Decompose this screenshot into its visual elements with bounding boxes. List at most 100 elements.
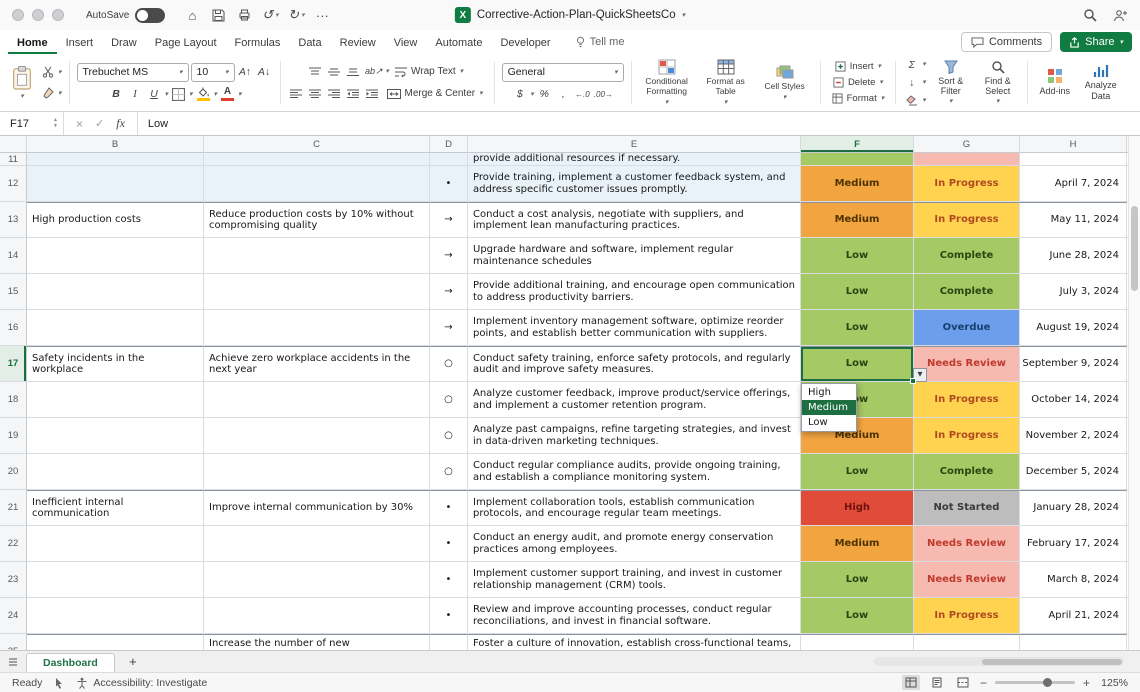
- cell-problem[interactable]: [27, 310, 204, 346]
- column-header-c[interactable]: C: [204, 136, 430, 153]
- horizontal-scrollbar-thumb[interactable]: [982, 658, 1122, 665]
- cell-due-date[interactable]: September 9, 2024: [1020, 346, 1127, 382]
- cell-status[interactable]: Not Started: [914, 490, 1020, 526]
- row-header-17[interactable]: 17: [0, 346, 27, 382]
- tab-automate[interactable]: Automate: [426, 30, 491, 54]
- minimize-button[interactable]: [32, 9, 44, 21]
- font-color-button[interactable]: A: [219, 86, 236, 103]
- format-cells-button[interactable]: Format ▾: [828, 91, 889, 106]
- selection-mode-icon[interactable]: [54, 677, 64, 689]
- merge-center-button[interactable]: Merge & Center ▾: [383, 85, 487, 103]
- decrease-indent-button[interactable]: [345, 85, 362, 102]
- borders-button[interactable]: [170, 86, 187, 103]
- cell-bullet[interactable]: •: [430, 490, 468, 526]
- cell-due-date[interactable]: August 19, 2024: [1020, 310, 1127, 346]
- select-all-corner[interactable]: [0, 136, 27, 153]
- column-header-g[interactable]: G: [914, 136, 1020, 153]
- cell-due-date[interactable]: April 7, 2024: [1020, 166, 1127, 202]
- cell-problem[interactable]: [27, 274, 204, 310]
- cell-status[interactable]: [914, 634, 1020, 650]
- cell-action[interactable]: Analyze past campaigns, refine targeting…: [468, 418, 801, 454]
- cell-priority[interactable]: Low: [801, 238, 914, 274]
- cell-priority[interactable]: Medium: [801, 166, 914, 202]
- autosum-button[interactable]: Σ: [903, 56, 920, 73]
- cell-problem[interactable]: [27, 526, 204, 562]
- document-title[interactable]: Corrective-Action-Plan-QuickSheetsCo: [477, 9, 676, 21]
- dropdown-option-high[interactable]: High: [802, 385, 856, 400]
- cell-due-date[interactable]: June 28, 2024: [1020, 238, 1127, 274]
- row-header-21[interactable]: 21: [0, 490, 27, 526]
- cell-due-date[interactable]: [1020, 153, 1127, 166]
- page-layout-view-button[interactable]: [928, 675, 946, 690]
- cell-action[interactable]: Provide additional training, and encoura…: [468, 274, 801, 310]
- fill-button[interactable]: ↓: [903, 74, 920, 91]
- cell-priority[interactable]: Low: [801, 310, 914, 346]
- accessibility-status[interactable]: Accessibility: Investigate: [76, 677, 207, 689]
- delete-cells-button[interactable]: Delete ▾: [829, 75, 887, 90]
- zoom-level[interactable]: 125%: [1098, 677, 1128, 689]
- cell-priority[interactable]: High: [801, 490, 914, 526]
- cell-status[interactable]: Needs Review: [914, 346, 1020, 382]
- currency-format-button[interactable]: $: [511, 86, 528, 103]
- bold-button[interactable]: B: [107, 86, 124, 103]
- save-icon[interactable]: [207, 5, 229, 25]
- cell-bullet[interactable]: •: [430, 526, 468, 562]
- name-box-spinner[interactable]: ▲ ▼: [53, 117, 58, 130]
- cell-action[interactable]: Foster a culture of innovation, establis…: [468, 634, 801, 650]
- cell-action[interactable]: Upgrade hardware and software, implement…: [468, 238, 801, 274]
- format-as-table-button[interactable]: Format as Table ▾: [698, 57, 754, 108]
- cell-status[interactable]: In Progress: [914, 418, 1020, 454]
- cell-status[interactable]: In Progress: [914, 598, 1020, 634]
- cell-bullet[interactable]: ○: [430, 382, 468, 418]
- cell-problem[interactable]: [27, 238, 204, 274]
- sheet-tab-dashboard[interactable]: Dashboard: [26, 653, 115, 672]
- cell-problem[interactable]: High production costs: [27, 202, 204, 238]
- cell-action[interactable]: Conduct a cost analysis, negotiate with …: [468, 202, 801, 238]
- align-center-button[interactable]: [307, 85, 324, 102]
- cell-action[interactable]: Implement inventory management software,…: [468, 310, 801, 346]
- add-ins-button[interactable]: Add-ins: [1035, 66, 1075, 98]
- cell-action[interactable]: Conduct regular compliance audits, provi…: [468, 454, 801, 490]
- home-icon[interactable]: ⌂: [181, 5, 203, 25]
- cell-status[interactable]: Complete: [914, 454, 1020, 490]
- cell-goal[interactable]: [204, 454, 430, 490]
- cell-due-date[interactable]: January 28, 2024: [1020, 490, 1127, 526]
- cell-problem[interactable]: [27, 598, 204, 634]
- clear-button[interactable]: [903, 92, 920, 109]
- column-header-e[interactable]: E: [468, 136, 801, 153]
- comma-format-button[interactable]: ,: [555, 86, 572, 103]
- orientation-button[interactable]: ab↗: [364, 63, 384, 80]
- cell-goal[interactable]: Increase the number of new product/servi…: [204, 634, 430, 650]
- cell-bullet[interactable]: ○: [430, 346, 468, 382]
- cell-action[interactable]: Implement customer support training, and…: [468, 562, 801, 598]
- vertical-scrollbar[interactable]: [1128, 136, 1140, 650]
- cell-bullet[interactable]: →: [430, 274, 468, 310]
- cell-status[interactable]: In Progress: [914, 202, 1020, 238]
- cell-problem[interactable]: [27, 562, 204, 598]
- align-right-button[interactable]: [326, 85, 343, 102]
- sheet-list-icon[interactable]: [8, 657, 18, 667]
- cut-button[interactable]: [39, 64, 56, 81]
- cell-goal[interactable]: [204, 526, 430, 562]
- cell-goal[interactable]: [204, 418, 430, 454]
- column-header-h[interactable]: H: [1020, 136, 1127, 153]
- print-icon[interactable]: [233, 5, 255, 25]
- cell-bullet[interactable]: [430, 634, 468, 650]
- dropdown-option-medium[interactable]: Medium: [802, 400, 856, 415]
- row-header-14[interactable]: 14: [0, 238, 27, 274]
- tab-formulas[interactable]: Formulas: [226, 30, 290, 54]
- row-header-11[interactable]: 11: [0, 153, 27, 166]
- share-button[interactable]: Share ▾: [1060, 32, 1132, 52]
- cell-priority[interactable]: Low: [801, 454, 914, 490]
- cell-due-date[interactable]: December 5, 2024: [1020, 454, 1127, 490]
- name-box[interactable]: F17 ▲ ▼: [0, 112, 64, 135]
- align-top-button[interactable]: [307, 63, 324, 80]
- cell-due-date[interactable]: July 3, 2024: [1020, 274, 1127, 310]
- cell-action[interactable]: Implement collaboration tools, establish…: [468, 490, 801, 526]
- underline-button[interactable]: U: [145, 86, 162, 103]
- cell-bullet[interactable]: →: [430, 238, 468, 274]
- tab-view[interactable]: View: [385, 30, 427, 54]
- increase-decimal-button[interactable]: ←.0: [574, 86, 591, 103]
- format-painter-button[interactable]: [39, 85, 56, 102]
- enter-icon[interactable]: ✓: [95, 117, 104, 130]
